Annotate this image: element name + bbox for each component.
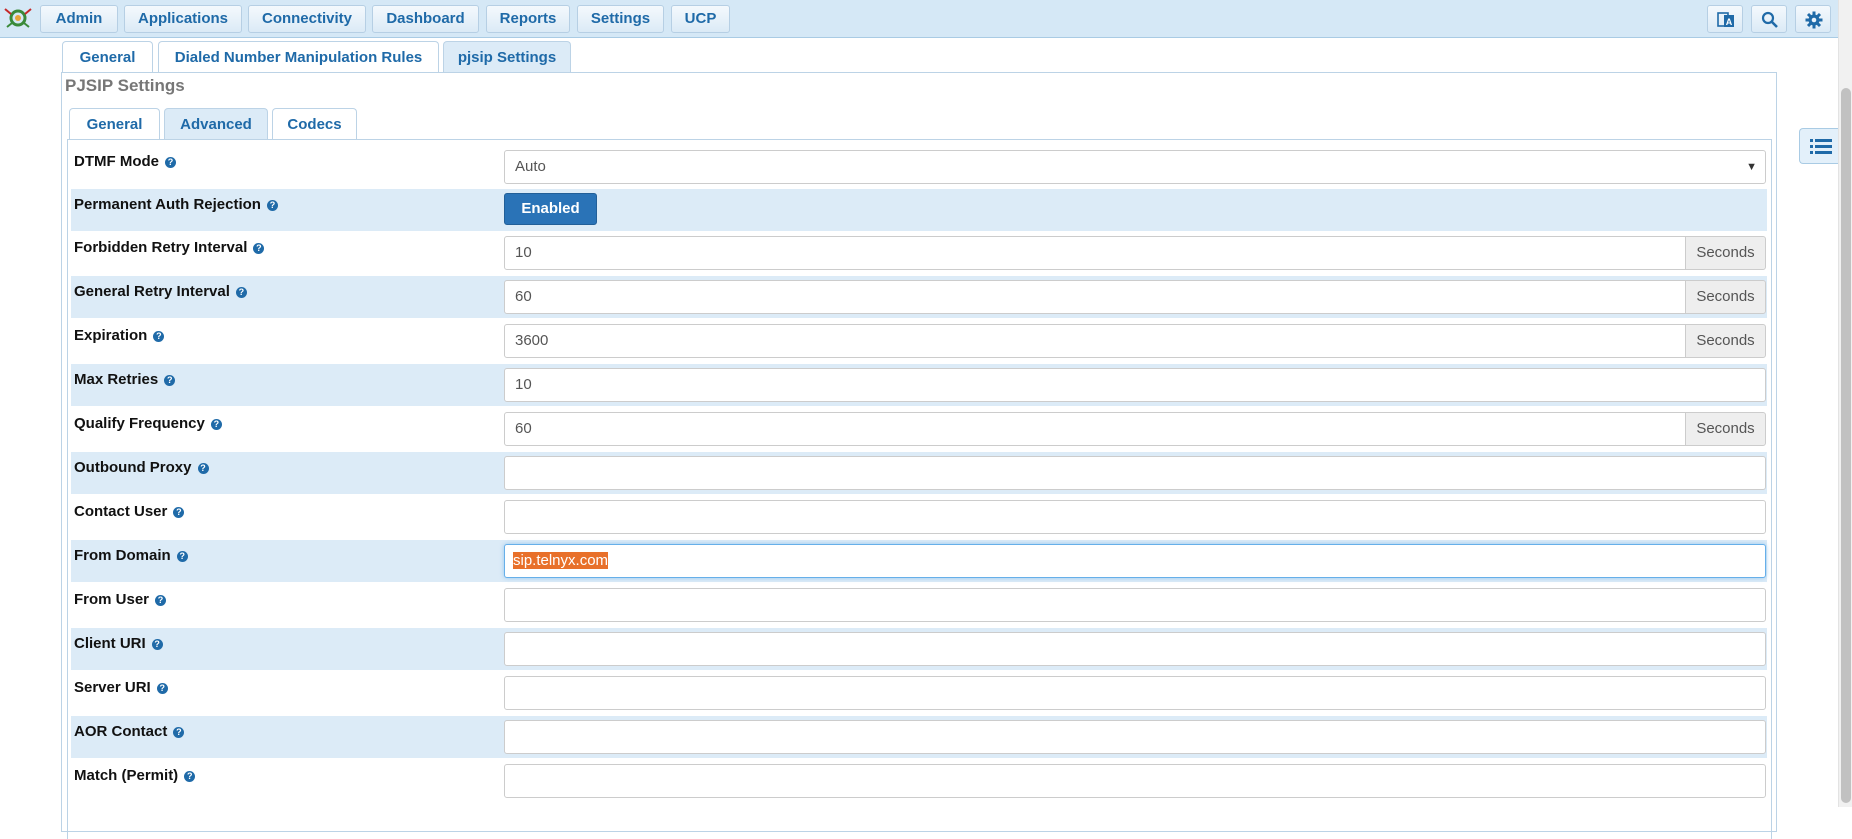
help-icon[interactable]: ? xyxy=(266,200,278,211)
from-user-input[interactable] xyxy=(504,588,1766,622)
help-icon[interactable]: ? xyxy=(210,419,222,430)
help-icon[interactable]: ? xyxy=(164,375,176,386)
help-icon[interactable]: ? xyxy=(184,771,196,782)
outbound-proxy-input[interactable] xyxy=(504,456,1766,490)
form-row-from-domain: From Domain? sip.telnyx.com xyxy=(71,540,1767,582)
forbidden-retry-interval-label: Forbidden Retry Interval? xyxy=(74,239,265,256)
outbound-proxy-label: Outbound Proxy? xyxy=(74,459,209,476)
dtmf-mode-label: DTMF Mode? xyxy=(74,153,176,170)
language-button[interactable]: A xyxy=(1707,5,1743,33)
from-domain-label: From Domain? xyxy=(74,547,188,564)
forbidden-retry-interval-input[interactable]: 10 xyxy=(504,236,1686,270)
form-row-from-user: From User? xyxy=(71,584,1767,626)
list-icon xyxy=(1810,139,1832,154)
from-user-label: From User? xyxy=(74,591,167,608)
nav-reports[interactable]: Reports xyxy=(486,5,570,33)
contact-user-input[interactable] xyxy=(504,500,1766,534)
selected-text: sip.telnyx.com xyxy=(513,552,609,569)
from-domain-input[interactable]: sip.telnyx.com xyxy=(504,544,1766,578)
help-icon[interactable]: ? xyxy=(153,331,165,342)
help-icon[interactable]: ? xyxy=(151,639,163,650)
aor-contact-input[interactable] xyxy=(504,720,1766,754)
permanent-auth-rejection-toggle[interactable]: Enabled xyxy=(504,193,597,225)
expiration-label: Expiration? xyxy=(74,327,165,344)
help-icon[interactable]: ? xyxy=(197,463,209,474)
gear-icon xyxy=(1805,11,1823,29)
subtab-advanced[interactable]: Advanced xyxy=(164,108,268,140)
dtmf-mode-select[interactable]: Auto ▼ xyxy=(504,150,1766,184)
svg-text:A: A xyxy=(1726,17,1733,27)
nav-settings[interactable]: Settings xyxy=(577,5,664,33)
form-row-permanent-auth-rejection: Permanent Auth Rejection? Enabled xyxy=(71,189,1767,231)
nav-admin[interactable]: Admin xyxy=(40,5,118,33)
vertical-scrollbar[interactable] xyxy=(1838,0,1852,807)
form-row-max-retries: Max Retries? 10 xyxy=(71,364,1767,406)
freepbx-logo-icon[interactable] xyxy=(3,5,33,31)
seconds-addon: Seconds xyxy=(1685,280,1766,314)
contact-user-label: Contact User? xyxy=(74,503,185,520)
qualify-frequency-input[interactable]: 60 xyxy=(504,412,1686,446)
chevron-down-icon: ▼ xyxy=(1746,161,1757,173)
nav-dashboard[interactable]: Dashboard xyxy=(372,5,479,33)
help-icon[interactable]: ? xyxy=(155,595,167,606)
form-row-aor-contact: AOR Contact? xyxy=(71,716,1767,758)
form-row-server-uri: Server URI? xyxy=(71,672,1767,714)
tab-general[interactable]: General xyxy=(62,41,153,73)
form-row-general-retry-interval: General Retry Interval? 60 Seconds xyxy=(71,276,1767,318)
client-uri-input[interactable] xyxy=(504,632,1766,666)
section-title: PJSIP Settings xyxy=(65,76,185,95)
search-icon xyxy=(1761,11,1778,28)
form-row-expiration: Expiration? 3600 Seconds xyxy=(71,320,1767,362)
seconds-addon: Seconds xyxy=(1685,236,1766,270)
nav-ucp[interactable]: UCP xyxy=(671,5,730,33)
match-permit-label: Match (Permit)? xyxy=(74,767,196,784)
help-icon[interactable]: ? xyxy=(156,683,168,694)
help-icon[interactable]: ? xyxy=(253,243,265,254)
form-row-match-permit: Match (Permit)? xyxy=(71,760,1767,802)
client-uri-label: Client URI? xyxy=(74,635,163,652)
nav-connectivity[interactable]: Connectivity xyxy=(248,5,366,33)
seconds-addon: Seconds xyxy=(1685,412,1766,446)
subtab-codecs[interactable]: Codecs xyxy=(272,108,357,140)
general-retry-interval-label: General Retry Interval? xyxy=(74,283,247,300)
tab-dialed-number-manipulation-rules[interactable]: Dialed Number Manipulation Rules xyxy=(158,41,439,73)
tab-pjsip-settings[interactable]: pjsip Settings xyxy=(443,41,571,73)
match-permit-input[interactable] xyxy=(504,764,1766,798)
language-icon: A xyxy=(1717,12,1734,27)
help-icon[interactable]: ? xyxy=(173,727,185,738)
form-row-contact-user: Contact User? xyxy=(71,496,1767,538)
nav-applications[interactable]: Applications xyxy=(124,5,242,33)
action-bar-toggle[interactable] xyxy=(1799,128,1839,164)
general-retry-interval-input[interactable]: 60 xyxy=(504,280,1686,314)
top-navbar: Admin Applications Connectivity Dashboar… xyxy=(0,0,1838,38)
server-uri-label: Server URI? xyxy=(74,679,168,696)
seconds-addon: Seconds xyxy=(1685,324,1766,358)
subtab-general[interactable]: General xyxy=(69,108,160,140)
server-uri-input[interactable] xyxy=(504,676,1766,710)
aor-contact-label: AOR Contact? xyxy=(74,723,185,740)
help-icon[interactable]: ? xyxy=(164,157,176,168)
form-row-forbidden-retry-interval: Forbidden Retry Interval? 10 Seconds xyxy=(71,232,1767,274)
scrollbar-thumb[interactable] xyxy=(1841,88,1851,803)
form-row-qualify-frequency: Qualify Frequency? 60 Seconds xyxy=(71,408,1767,450)
form-row-dtmf-mode: DTMF Mode? Auto ▼ xyxy=(71,146,1767,188)
help-icon[interactable]: ? xyxy=(235,287,247,298)
qualify-frequency-label: Qualify Frequency? xyxy=(74,415,222,432)
form-row-outbound-proxy: Outbound Proxy? xyxy=(71,452,1767,494)
max-retries-input[interactable]: 10 xyxy=(504,368,1766,402)
form-row-client-uri: Client URI? xyxy=(71,628,1767,670)
help-icon[interactable]: ? xyxy=(173,507,185,518)
settings-button[interactable] xyxy=(1795,5,1831,33)
max-retries-label: Max Retries? xyxy=(74,371,176,388)
expiration-input[interactable]: 3600 xyxy=(504,324,1686,358)
permanent-auth-rejection-label: Permanent Auth Rejection? xyxy=(74,196,278,213)
search-button[interactable] xyxy=(1751,5,1787,33)
help-icon[interactable]: ? xyxy=(176,551,188,562)
